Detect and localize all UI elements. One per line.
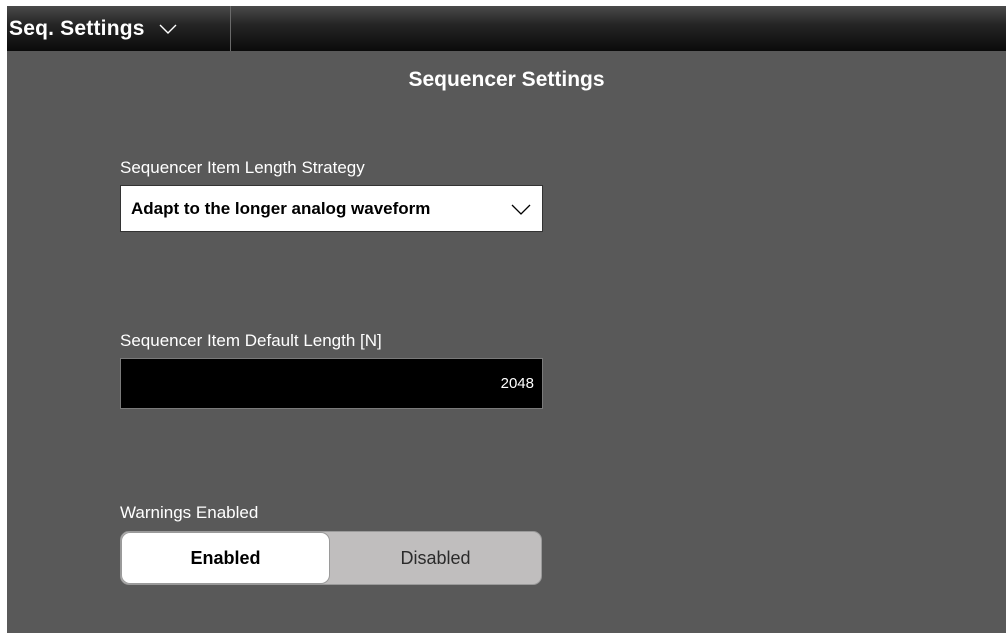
default-length-input[interactable]: 2048	[120, 358, 543, 409]
module-title: Seq. Settings	[9, 16, 145, 40]
item-length-strategy-value: Adapt to the longer analog waveform	[131, 198, 431, 218]
warnings-toggle[interactable]: Disabled Enabled	[120, 531, 542, 585]
title-bar: Seq. Settings	[7, 6, 1006, 51]
warnings-enabled-option[interactable]: Enabled	[121, 532, 330, 584]
item-length-strategy-label: Sequencer Item Length Strategy	[120, 158, 365, 177]
settings-panel: Seq. Settings Sequencer Settings Sequenc…	[7, 6, 1006, 633]
module-selector-button[interactable]: Seq. Settings	[7, 6, 231, 51]
item-length-strategy-dropdown[interactable]: Adapt to the longer analog waveform	[120, 185, 543, 232]
chevron-down-icon	[159, 20, 177, 38]
warnings-enabled-label: Warnings Enabled	[120, 503, 259, 522]
default-length-label: Sequencer Item Default Length [N]	[120, 331, 382, 350]
page-title: Sequencer Settings	[408, 68, 605, 91]
chevron-down-icon	[510, 198, 532, 220]
warnings-disabled-option[interactable]: Disabled	[330, 532, 541, 584]
